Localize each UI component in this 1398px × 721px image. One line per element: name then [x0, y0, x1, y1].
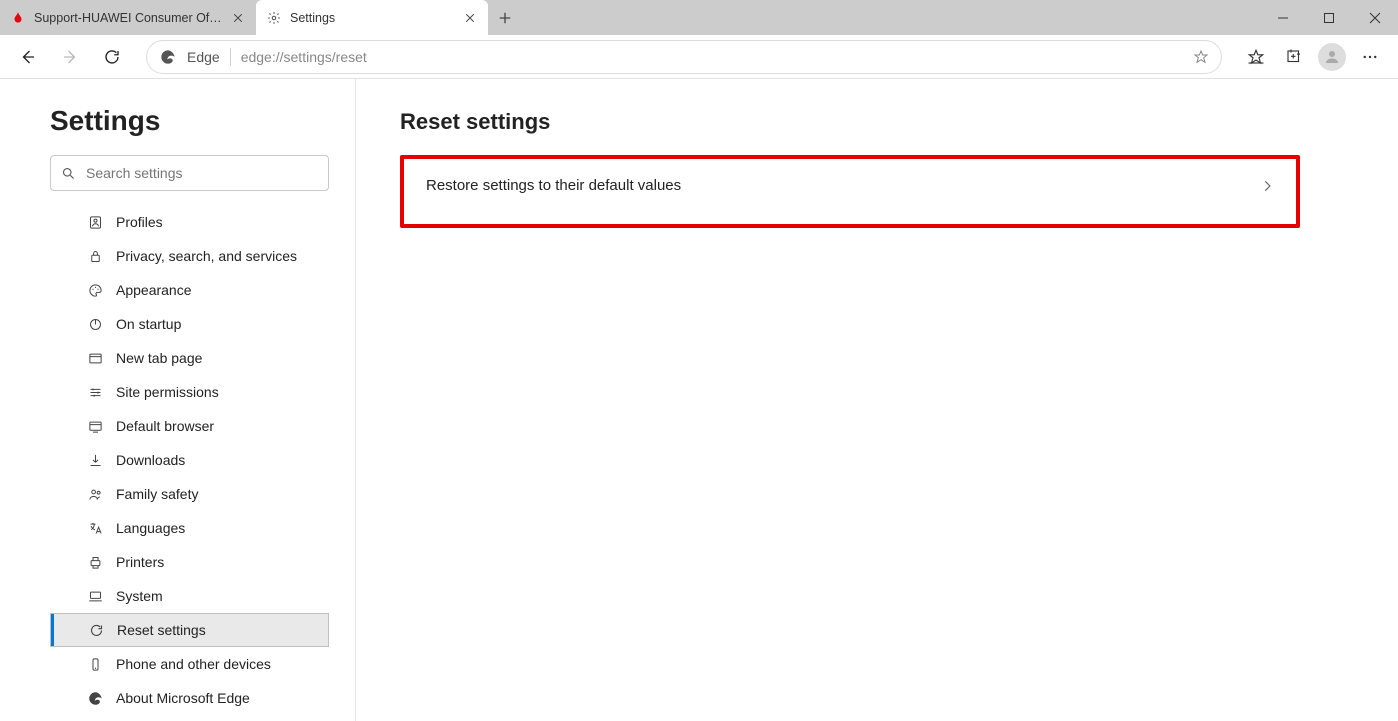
- nav-profiles[interactable]: Profiles: [50, 205, 329, 239]
- nav-label: System: [116, 588, 163, 604]
- main-area: Settings Profiles Privacy, search, and s…: [0, 79, 1398, 721]
- engine-label: Edge: [187, 49, 220, 65]
- minimize-button[interactable]: [1260, 0, 1306, 35]
- profile-button[interactable]: [1314, 39, 1350, 75]
- url-text: edge://settings/reset: [241, 49, 1183, 65]
- nav-downloads[interactable]: Downloads: [50, 443, 329, 477]
- new-tab-button[interactable]: [488, 0, 522, 35]
- people-icon: [86, 485, 104, 503]
- nav-label: New tab page: [116, 350, 202, 366]
- nav-label: Privacy, search, and services: [116, 248, 297, 264]
- search-settings-box[interactable]: [50, 155, 329, 191]
- search-settings-input[interactable]: [86, 165, 318, 181]
- restore-defaults-label: Restore settings to their default values: [426, 177, 1260, 194]
- tab-title: Support-HUAWEI Consumer Offi…: [34, 11, 224, 25]
- close-icon[interactable]: [462, 10, 478, 26]
- close-icon[interactable]: [230, 10, 246, 26]
- nav-phone[interactable]: Phone and other devices: [50, 647, 329, 681]
- nav-label: Downloads: [116, 452, 185, 468]
- nav-permissions[interactable]: Site permissions: [50, 375, 329, 409]
- nav-system[interactable]: System: [50, 579, 329, 613]
- printer-icon: [86, 553, 104, 571]
- toolbar-right: [1238, 39, 1388, 75]
- nav-label: Default browser: [116, 418, 214, 434]
- favorites-button[interactable]: [1238, 39, 1274, 75]
- address-bar[interactable]: Edge edge://settings/reset: [146, 40, 1222, 74]
- sliders-icon: [86, 383, 104, 401]
- settings-heading: Settings: [50, 105, 329, 137]
- nav-privacy[interactable]: Privacy, search, and services: [50, 239, 329, 273]
- power-icon: [86, 315, 104, 333]
- tab-bar: Support-HUAWEI Consumer Offi… Settings: [0, 0, 1398, 35]
- back-button[interactable]: [10, 39, 46, 75]
- chevron-right-icon: [1260, 179, 1274, 193]
- settings-sidebar: Settings Profiles Privacy, search, and s…: [0, 79, 356, 721]
- separator: [230, 48, 231, 66]
- nav-label: Family safety: [116, 486, 198, 502]
- browser-toolbar: Edge edge://settings/reset: [0, 35, 1398, 79]
- nav-label: Reset settings: [117, 622, 206, 638]
- star-outline-icon[interactable]: [1193, 49, 1209, 65]
- nav-label: Phone and other devices: [116, 656, 271, 672]
- lock-icon: [86, 247, 104, 265]
- laptop-icon: [86, 587, 104, 605]
- forward-button[interactable]: [52, 39, 88, 75]
- more-menu-button[interactable]: [1352, 39, 1388, 75]
- nav-appearance[interactable]: Appearance: [50, 273, 329, 307]
- close-window-button[interactable]: [1352, 0, 1398, 35]
- content-area: Reset settings Restore settings to their…: [356, 79, 1398, 721]
- nav-label: Appearance: [116, 282, 192, 298]
- nav-printers[interactable]: Printers: [50, 545, 329, 579]
- browser-icon: [86, 417, 104, 435]
- phone-icon: [86, 655, 104, 673]
- nav-label: On startup: [116, 316, 181, 332]
- nav-label: Printers: [116, 554, 164, 570]
- language-icon: [86, 519, 104, 537]
- settings-nav: Profiles Privacy, search, and services A…: [50, 205, 329, 715]
- window-icon: [86, 349, 104, 367]
- tab-title: Settings: [290, 11, 456, 25]
- maximize-button[interactable]: [1306, 0, 1352, 35]
- reset-icon: [87, 621, 105, 639]
- download-icon: [86, 451, 104, 469]
- tab-settings[interactable]: Settings: [256, 0, 488, 35]
- nav-family[interactable]: Family safety: [50, 477, 329, 511]
- nav-default-browser[interactable]: Default browser: [50, 409, 329, 443]
- nav-label: Site permissions: [116, 384, 219, 400]
- page-title: Reset settings: [400, 109, 1354, 135]
- huawei-favicon: [10, 10, 26, 26]
- nav-startup[interactable]: On startup: [50, 307, 329, 341]
- nav-label: About Microsoft Edge: [116, 690, 250, 706]
- search-icon: [61, 166, 76, 181]
- restore-defaults-card[interactable]: Restore settings to their default values: [400, 155, 1300, 228]
- nav-newtab[interactable]: New tab page: [50, 341, 329, 375]
- collections-button[interactable]: [1276, 39, 1312, 75]
- gear-icon: [266, 10, 282, 26]
- edge-logo-icon: [159, 48, 177, 66]
- nav-label: Profiles: [116, 214, 163, 230]
- tab-huawei[interactable]: Support-HUAWEI Consumer Offi…: [0, 0, 256, 35]
- window-controls: [1260, 0, 1398, 35]
- edge-icon: [86, 689, 104, 707]
- nav-label: Languages: [116, 520, 185, 536]
- refresh-button[interactable]: [94, 39, 130, 75]
- nav-reset-settings[interactable]: Reset settings: [50, 613, 329, 647]
- profile-icon: [86, 213, 104, 231]
- palette-icon: [86, 281, 104, 299]
- avatar-icon: [1318, 43, 1346, 71]
- nav-about[interactable]: About Microsoft Edge: [50, 681, 329, 715]
- nav-languages[interactable]: Languages: [50, 511, 329, 545]
